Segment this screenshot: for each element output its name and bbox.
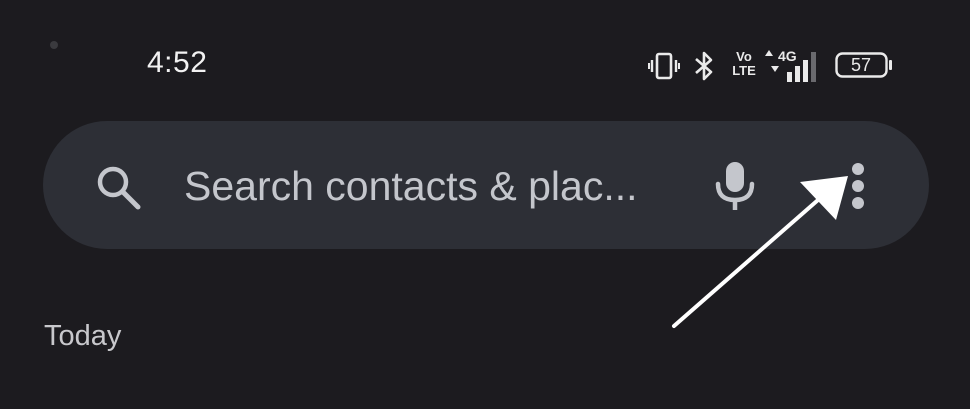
battery-level: 57: [850, 54, 872, 75]
phone-screen: 4:52 Vo LTE 4G 57 Search contacts & plac…: [0, 0, 970, 409]
signal-bars-icon: [787, 52, 816, 82]
volte-label-bottom: LTE: [732, 63, 756, 78]
search-input[interactable]: Search contacts & plac...: [184, 162, 638, 210]
bluetooth-icon: [695, 51, 713, 81]
status-time: 4:52: [147, 46, 208, 79]
battery-icon: 57: [835, 52, 892, 78]
volte-icon: Vo LTE: [731, 50, 757, 82]
camera-cutout: [50, 41, 58, 49]
annotation-arrow: [672, 176, 848, 328]
search-icon[interactable]: [94, 163, 142, 211]
data-arrows-icon: [765, 50, 779, 72]
vibrate-icon: [648, 52, 680, 80]
signal-4g-icon: 4G: [765, 48, 823, 82]
volte-label-top: Vo: [736, 49, 752, 64]
section-header-today: Today: [44, 320, 122, 352]
